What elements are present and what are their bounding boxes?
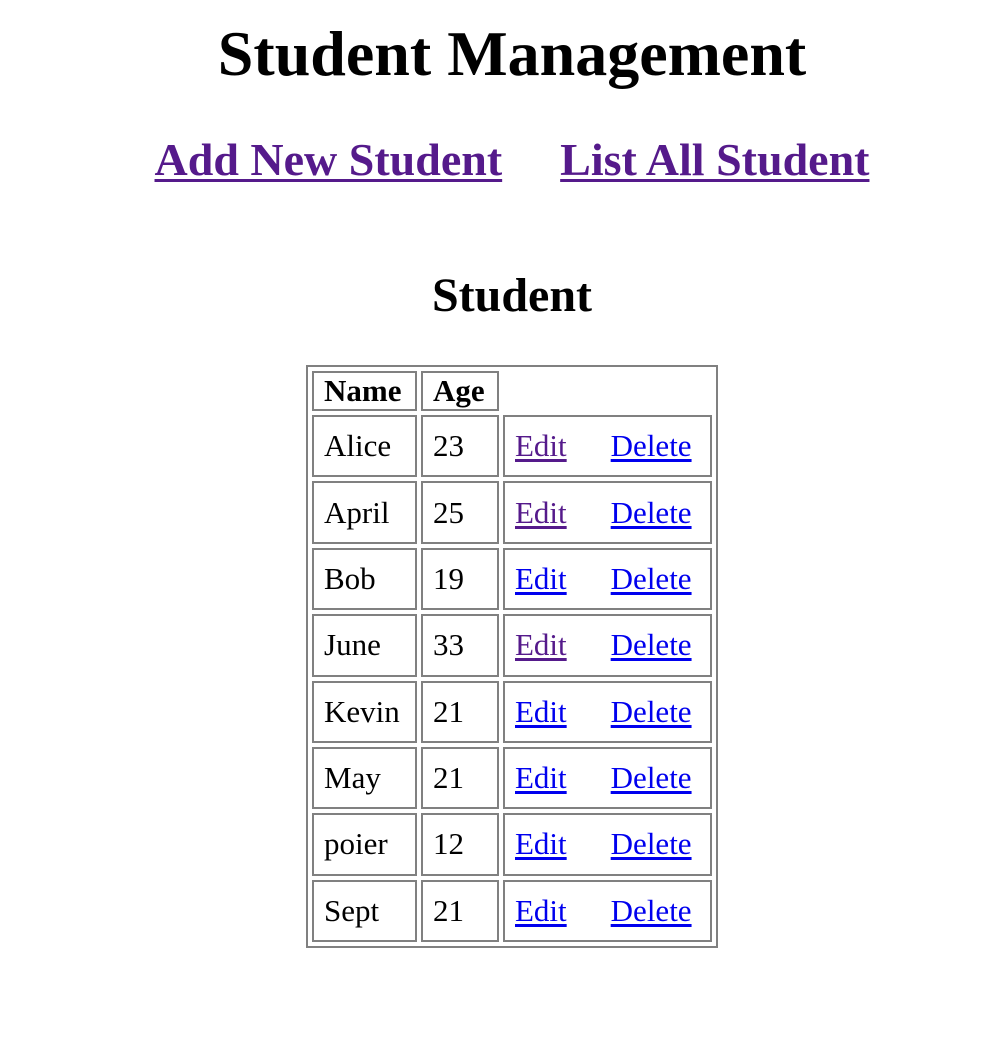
table-row: April 25 Edit Delete xyxy=(312,481,712,544)
table-row: June 33 Edit Delete xyxy=(312,614,712,677)
student-actions-cell: Edit Delete xyxy=(503,813,712,876)
student-age-cell: 12 xyxy=(421,813,499,876)
student-name-cell: April xyxy=(312,481,417,544)
edit-link[interactable]: Edit xyxy=(515,760,567,795)
list-all-student-link[interactable]: List All Student xyxy=(560,134,869,185)
student-name-cell: Alice xyxy=(312,415,417,478)
column-header-age: Age xyxy=(421,371,499,411)
student-actions-cell: Edit Delete xyxy=(503,680,712,743)
table-row: Kevin 21 Edit Delete xyxy=(312,680,712,743)
student-table: Name Age Alice 23 Edit Delete April 25 Edit Del… xyxy=(306,365,718,948)
student-name-cell: June xyxy=(312,614,417,677)
column-header-actions xyxy=(503,371,712,411)
edit-link[interactable]: Edit xyxy=(515,561,567,596)
student-rows: Alice 23 Edit Delete April 25 Edit Delete Bob 19 E… xyxy=(312,415,712,942)
student-name-cell: Kevin xyxy=(312,680,417,743)
student-actions-cell: Edit Delete xyxy=(503,879,712,942)
table-caption: Student xyxy=(431,269,593,322)
student-actions-cell: Edit Delete xyxy=(503,547,712,611)
table-row: poier 12 Edit Delete xyxy=(312,813,712,876)
student-age-cell: 25 xyxy=(421,481,499,544)
student-name-cell: May xyxy=(312,746,417,810)
edit-link[interactable]: Edit xyxy=(515,428,567,463)
column-header-name: Name xyxy=(312,371,417,411)
page: Student Management Add New Student List A… xyxy=(0,0,1000,1054)
delete-link[interactable]: Delete xyxy=(611,694,692,729)
student-name-cell: Bob xyxy=(312,547,417,611)
edit-link[interactable]: Edit xyxy=(515,694,567,729)
table-row: Sept 21 Edit Delete xyxy=(312,879,712,942)
table-row: Alice 23 Edit Delete xyxy=(312,415,712,478)
student-actions-cell: Edit Delete xyxy=(503,481,712,544)
nav-links: Add New Student List All Student xyxy=(0,130,1000,190)
edit-link[interactable]: Edit xyxy=(515,893,567,928)
delete-link[interactable]: Delete xyxy=(611,760,692,795)
edit-link[interactable]: Edit xyxy=(515,826,567,861)
student-age-cell: 19 xyxy=(421,547,499,611)
page-title: Student Management xyxy=(217,18,807,89)
student-actions-cell: Edit Delete xyxy=(503,746,712,810)
student-age-cell: 33 xyxy=(421,614,499,677)
student-age-cell: 21 xyxy=(421,680,499,743)
delete-link[interactable]: Delete xyxy=(611,893,692,928)
table-row: May 21 Edit Delete xyxy=(312,746,712,810)
table-row: Bob 19 Edit Delete xyxy=(312,547,712,611)
delete-link[interactable]: Delete xyxy=(611,826,692,861)
student-actions-cell: Edit Delete xyxy=(503,415,712,478)
student-age-cell: 23 xyxy=(421,415,499,478)
add-new-student-link[interactable]: Add New Student xyxy=(155,134,503,185)
student-name-cell: Sept xyxy=(312,879,417,942)
student-age-cell: 21 xyxy=(421,746,499,810)
delete-link[interactable]: Delete xyxy=(611,561,692,596)
delete-link[interactable]: Delete xyxy=(611,428,692,463)
table-header-row: Name Age xyxy=(312,371,712,411)
student-name-cell: poier xyxy=(312,813,417,876)
delete-link[interactable]: Delete xyxy=(611,627,692,662)
delete-link[interactable]: Delete xyxy=(611,495,692,530)
edit-link[interactable]: Edit xyxy=(515,627,567,662)
edit-link[interactable]: Edit xyxy=(515,495,567,530)
student-actions-cell: Edit Delete xyxy=(503,614,712,677)
student-age-cell: 21 xyxy=(421,879,499,942)
